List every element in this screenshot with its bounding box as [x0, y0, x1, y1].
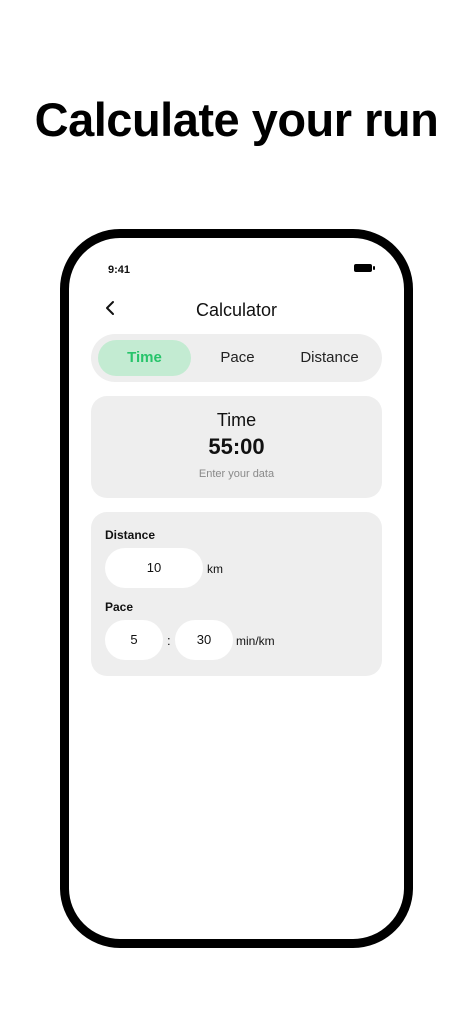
battery-icon [354, 264, 375, 272]
distance-unit: km [207, 562, 223, 576]
pace-label: Pace [105, 600, 134, 614]
pace-seconds-input[interactable]: 30 [175, 620, 233, 660]
result-card: Time 55:00 Enter your data [91, 396, 382, 498]
distance-label: Distance [105, 528, 156, 542]
result-label: Time [216, 410, 257, 430]
app-screen: 9:41 Calculator Time Pace Distance Time … [69, 238, 404, 939]
page-title: Calculator [195, 300, 278, 320]
input-card: Distance 10 km Pace 5 : 30 min/km [91, 512, 382, 676]
distance-input[interactable]: 10 [105, 548, 203, 588]
result-value: 55:00 [208, 434, 265, 459]
phone-frame: 9:41 Calculator Time Pace Distance Time … [60, 229, 413, 948]
pace-minutes-input[interactable]: 5 [105, 620, 163, 660]
tab-distance[interactable]: Distance [284, 340, 375, 376]
tab-time[interactable]: Time [98, 340, 191, 376]
tab-pace[interactable]: Pace [191, 340, 284, 376]
pace-unit: min/km [236, 634, 275, 648]
pace-separator: : [167, 633, 171, 648]
mode-segmented-control: Time Pace Distance [91, 334, 382, 382]
status-bar-time: 9:41 [108, 264, 131, 276]
marketing-headline: Calculate your run [34, 93, 439, 146]
result-hint: Enter your data [198, 468, 275, 480]
